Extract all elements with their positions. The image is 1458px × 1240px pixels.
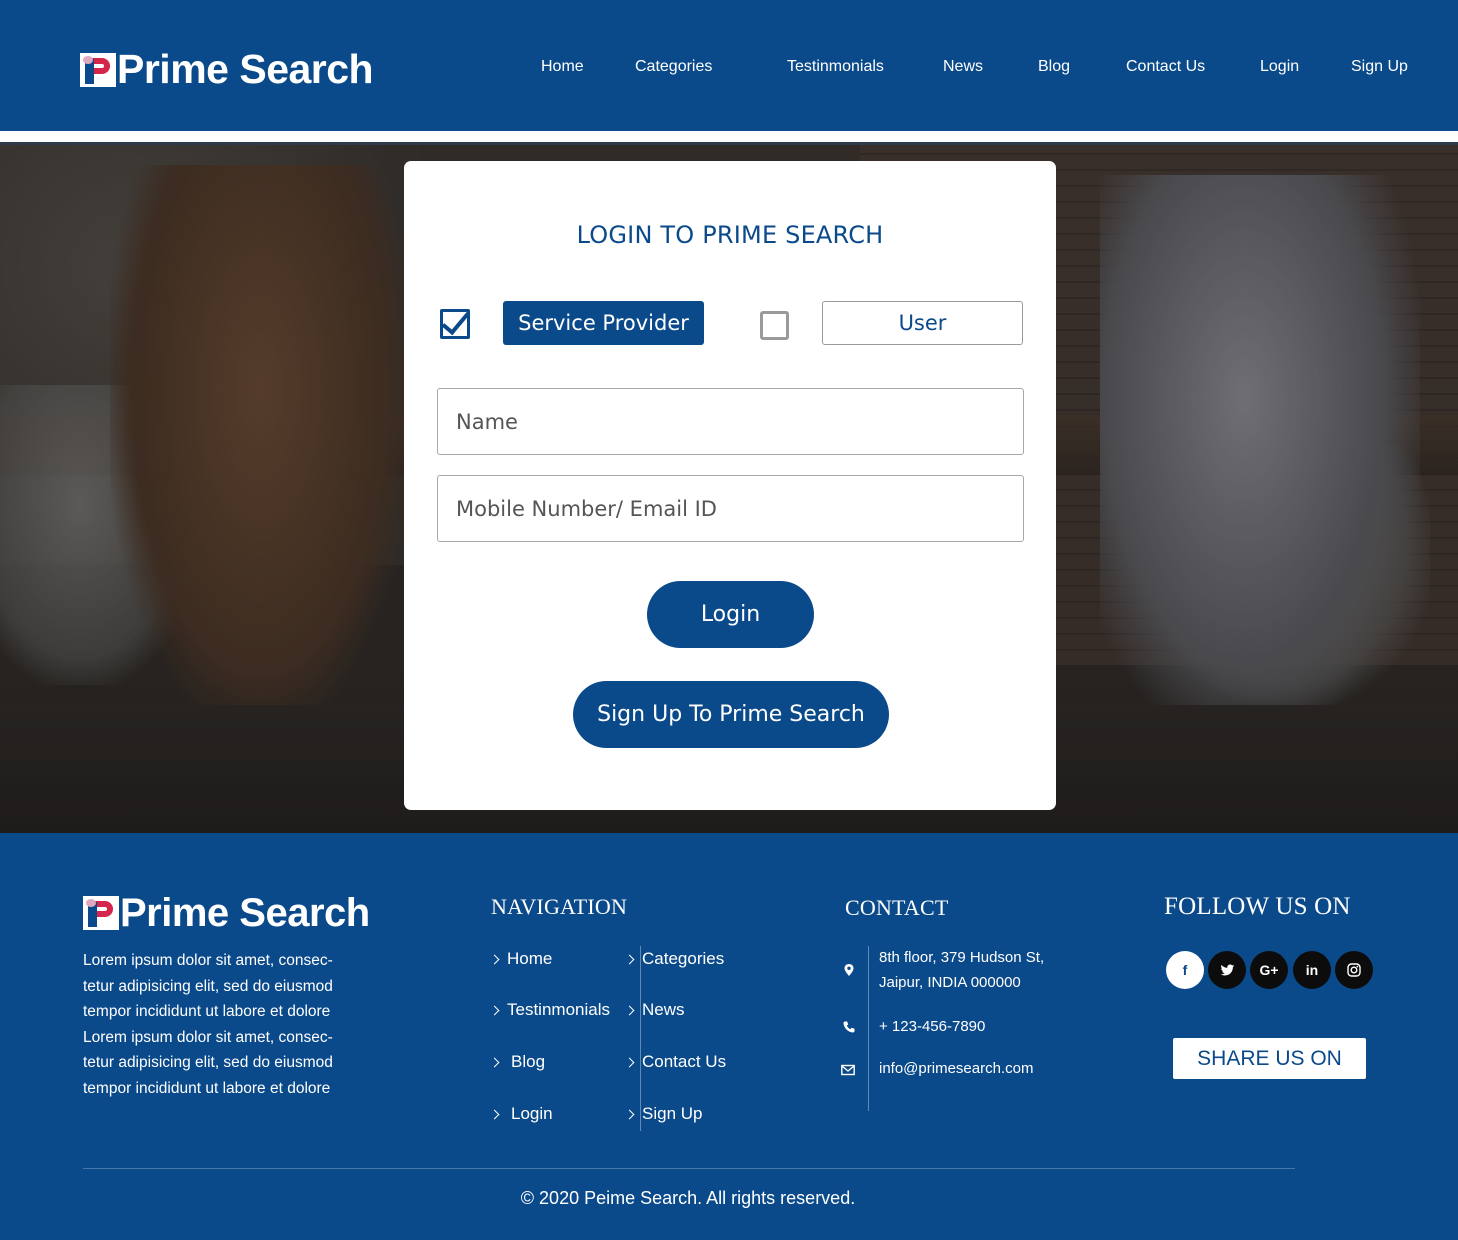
footer-link-label: Sign Up bbox=[642, 1104, 703, 1123]
contact-address: 8th floor, 379 Hudson St, Jaipur, INDIA … bbox=[879, 945, 1044, 995]
footer-about-text: Lorem ipsum dolor sit amet, consec- tetu… bbox=[83, 948, 353, 1102]
footer-link-blog[interactable]: Blog bbox=[489, 1052, 546, 1072]
facebook-icon[interactable]: f bbox=[1166, 951, 1204, 989]
login-title: LOGIN TO PRIME SEARCH bbox=[576, 221, 884, 249]
about-line: Lorem ipsum dolor sit amet, consec- bbox=[83, 1028, 333, 1046]
footer-contact-heading: CONTACT bbox=[845, 895, 949, 920]
site-footer: Prime Search Lorem ipsum dolor sit amet,… bbox=[0, 833, 1458, 1240]
nav-link-sign-up[interactable]: Sign Up bbox=[1351, 58, 1408, 76]
footer-link-label: Contact Us bbox=[642, 1052, 727, 1071]
login-button[interactable]: Login bbox=[647, 581, 814, 648]
twitter-bird-icon bbox=[1220, 963, 1234, 975]
about-line: tetur adipisicing elit, sed do eiusmod bbox=[83, 977, 333, 995]
site-header: Prime Search Home Categories Testinmonia… bbox=[0, 0, 1458, 131]
footer-follow-heading: FOLLOW US ON bbox=[1164, 893, 1351, 920]
footer-link-label: Home bbox=[507, 949, 553, 968]
nav-link-news[interactable]: News bbox=[943, 58, 983, 76]
footer-brand-name: Prime Search bbox=[120, 891, 370, 935]
google-plus-glyph: G+ bbox=[1259, 962, 1279, 978]
nav-link-categories[interactable]: Categories bbox=[635, 58, 712, 76]
contact-phone[interactable]: + 123-456-7890 bbox=[879, 1014, 985, 1039]
chevron-right-icon bbox=[624, 954, 635, 965]
footer-link-label: News bbox=[642, 1000, 685, 1019]
nav-link-login[interactable]: Login bbox=[1260, 58, 1299, 76]
footer-navigation-heading: NAVIGATION bbox=[491, 894, 628, 919]
service-provider-button[interactable]: Service Provider bbox=[503, 301, 704, 345]
footer-contact-divider bbox=[868, 946, 869, 1111]
mail-icon bbox=[841, 1064, 855, 1076]
contact-email[interactable]: info@primesearch.com bbox=[879, 1056, 1033, 1081]
footer-link-label: Categories bbox=[642, 949, 725, 968]
user-checkbox[interactable] bbox=[760, 311, 789, 340]
footer-link-login[interactable]: Login bbox=[489, 1104, 553, 1124]
instagram-icon[interactable]: ig bbox=[1335, 951, 1373, 989]
twitter-icon[interactable]: t bbox=[1208, 951, 1246, 989]
chevron-right-icon bbox=[489, 1109, 500, 1120]
service-provider-checkbox[interactable] bbox=[440, 309, 470, 339]
about-line: Lorem ipsum dolor sit amet, consec- bbox=[83, 952, 333, 969]
footer-link-news[interactable]: News bbox=[624, 1000, 685, 1020]
nav-link-home[interactable]: Home bbox=[541, 58, 584, 76]
user-button[interactable]: User bbox=[822, 301, 1023, 345]
main-nav: Home Categories Testinmonials News Blog … bbox=[0, 58, 1458, 80]
copyright-text: © 2020 Peime Search. All rights reserved… bbox=[520, 1188, 856, 1208]
signup-button[interactable]: Sign Up To Prime Search bbox=[573, 681, 889, 748]
chevron-right-icon bbox=[489, 1057, 500, 1068]
nav-link-testimonials[interactable]: Testinmonials bbox=[787, 58, 884, 76]
phone-icon bbox=[843, 1021, 855, 1033]
footer-link-label: Testinmonials bbox=[507, 1000, 610, 1019]
linkedin-glyph: in bbox=[1305, 962, 1319, 978]
about-line: tempor incididunt ut labore et dolore bbox=[83, 1003, 331, 1021]
address-line: 8th floor, 379 Hudson St, bbox=[879, 949, 1045, 966]
facebook-glyph: f bbox=[1182, 962, 1188, 978]
footer-link-categories[interactable]: Categories bbox=[624, 949, 725, 969]
footer-link-sign-up[interactable]: Sign Up bbox=[624, 1104, 703, 1124]
footer-link-home[interactable]: Home bbox=[489, 949, 553, 969]
instagram-camera-icon bbox=[1347, 963, 1361, 977]
header-divider bbox=[0, 131, 1458, 142]
contact-field[interactable] bbox=[437, 475, 1024, 542]
footer-link-label: Blog bbox=[511, 1052, 546, 1071]
nav-link-contact-us[interactable]: Contact Us bbox=[1126, 58, 1205, 76]
footer-link-testimonials[interactable]: Testinmonials bbox=[489, 1000, 610, 1020]
chevron-right-icon bbox=[624, 1109, 635, 1120]
chevron-right-icon bbox=[624, 1005, 635, 1016]
footer-divider bbox=[83, 1168, 1295, 1169]
share-button[interactable]: SHARE US ON bbox=[1173, 1038, 1366, 1079]
nav-link-blog[interactable]: Blog bbox=[1038, 58, 1070, 76]
footer-link-contact-us[interactable]: Contact Us bbox=[624, 1052, 727, 1072]
name-input[interactable] bbox=[456, 409, 1023, 434]
login-card: LOGIN TO PRIME SEARCH Service Provider U… bbox=[404, 161, 1056, 810]
about-line: tetur adipisicing elit, sed do eiusmod bbox=[83, 1054, 333, 1072]
google-plus-icon[interactable]: G+ bbox=[1250, 951, 1288, 989]
chevron-right-icon bbox=[489, 954, 500, 965]
footer-link-label: Login bbox=[511, 1104, 553, 1123]
linkedin-icon[interactable]: in bbox=[1293, 951, 1331, 989]
map-pin-icon bbox=[844, 964, 854, 976]
chevron-right-icon bbox=[624, 1057, 635, 1068]
about-line: tempor incididunt ut labore et dolore bbox=[83, 1079, 331, 1097]
footer-brand-logo[interactable]: Prime Search bbox=[83, 893, 370, 933]
chevron-right-icon bbox=[489, 1005, 500, 1016]
address-line: Jaipur, INDIA 000000 bbox=[879, 974, 1021, 991]
footer-logo-mark-icon bbox=[83, 896, 119, 930]
mobile-email-input[interactable] bbox=[456, 496, 1023, 521]
name-field[interactable] bbox=[437, 388, 1024, 455]
